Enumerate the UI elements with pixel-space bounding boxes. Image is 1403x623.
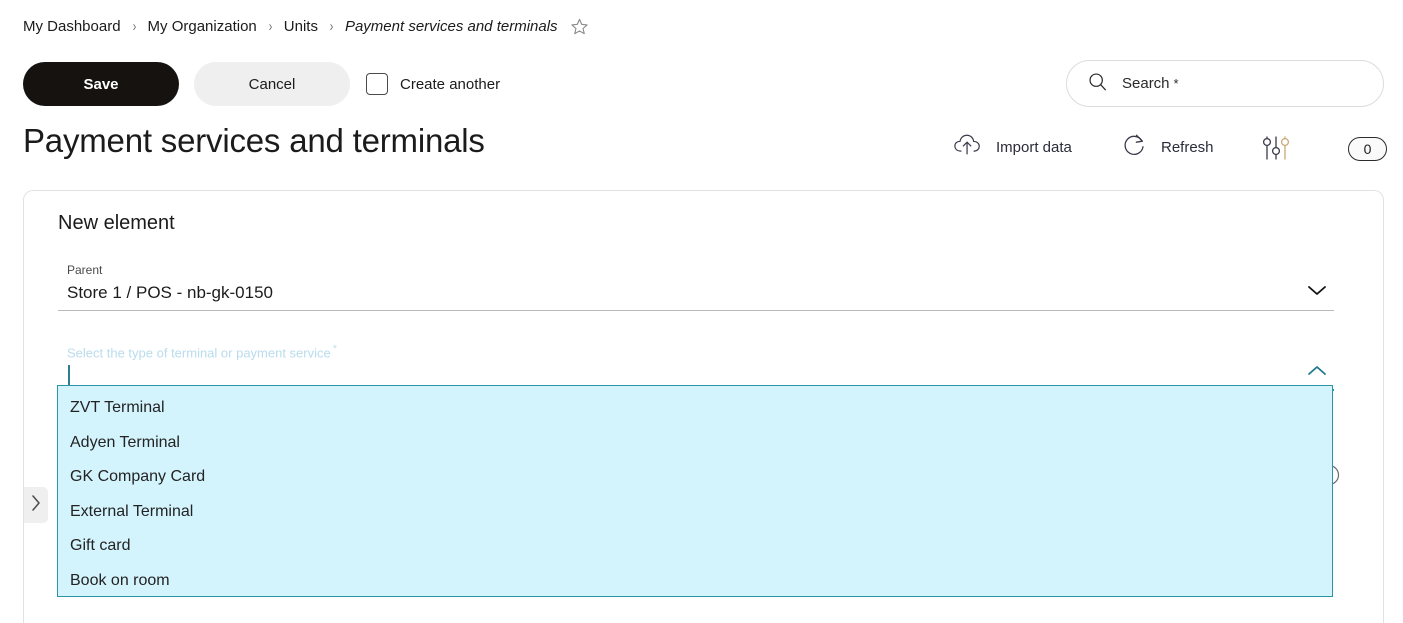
star-outline-icon[interactable]: [570, 17, 589, 36]
import-data-label: Import data: [996, 138, 1072, 156]
dropdown-option[interactable]: ZVT Terminal: [58, 391, 1332, 426]
import-data-button[interactable]: Import data: [953, 132, 1072, 162]
breadcrumb: My Dashboard › My Organization › Units ›…: [23, 14, 589, 38]
dropdown-option[interactable]: Gift card: [58, 529, 1332, 564]
breadcrumb-separator: ›: [329, 17, 334, 35]
refresh-label: Refresh: [1161, 138, 1214, 156]
panel-expand-handle[interactable]: [24, 487, 48, 523]
card-title: New element: [58, 212, 175, 234]
search-icon: [1087, 71, 1108, 97]
badge-count: 0: [1363, 141, 1372, 157]
dropdown-option[interactable]: GK Company Card: [58, 460, 1332, 495]
breadcrumb-separator: ›: [132, 17, 136, 35]
terminal-type-dropdown[interactable]: ZVT Terminal Adyen Terminal GK Company C…: [57, 385, 1333, 597]
chevron-down-icon[interactable]: [1306, 283, 1328, 302]
refresh-button[interactable]: Refresh: [1122, 132, 1214, 162]
parent-field-label: Parent: [67, 263, 103, 277]
dropdown-option[interactable]: Book on room: [58, 564, 1332, 597]
breadcrumb-item-organization[interactable]: My Organization: [148, 18, 257, 35]
chevron-up-icon[interactable]: [1306, 363, 1328, 382]
breadcrumb-item-units[interactable]: Units: [284, 18, 318, 35]
breadcrumb-item-dashboard[interactable]: My Dashboard: [23, 18, 121, 35]
title-row: Payment services and terminals Import da…: [0, 122, 1403, 176]
terminal-type-label-text: Select the type of terminal or payment s…: [67, 345, 331, 361]
cloud-upload-icon: [953, 132, 983, 162]
breadcrumb-current-page: Payment services and terminals: [344, 17, 558, 35]
checkbox-box[interactable]: [366, 73, 388, 95]
sliders-icon: [1259, 132, 1293, 168]
page-title: Payment services and terminals: [23, 122, 485, 159]
parent-field[interactable]: Parent Store 1 / POS - nb-gk-0150: [58, 263, 1334, 311]
cancel-button[interactable]: Cancel: [194, 62, 350, 106]
search-required-marker: *: [1173, 76, 1179, 91]
search-placeholder: Search: [1122, 75, 1170, 92]
dropdown-option[interactable]: Adyen Terminal: [58, 426, 1332, 461]
save-button[interactable]: Save: [23, 62, 179, 106]
terminal-type-select[interactable]: Select the type of terminal or payment s…: [58, 343, 1334, 391]
status-badge[interactable]: 0: [1348, 137, 1387, 161]
required-marker: *: [332, 343, 338, 355]
breadcrumb-separator: ›: [268, 17, 273, 35]
filters-button[interactable]: [1259, 132, 1293, 168]
search-input[interactable]: Search *: [1066, 60, 1384, 107]
create-another-label: Create another: [400, 75, 501, 93]
chevron-right-icon: [30, 494, 42, 517]
create-another-checkbox[interactable]: Create another: [366, 73, 500, 95]
dropdown-option[interactable]: External Terminal: [58, 495, 1332, 530]
terminal-type-label: Select the type of terminal or payment s…: [67, 343, 337, 360]
refresh-icon: [1122, 132, 1148, 162]
parent-field-value: Store 1 / POS - nb-gk-0150: [67, 283, 273, 302]
action-bar: Save Cancel Create another Search *: [0, 60, 1403, 110]
